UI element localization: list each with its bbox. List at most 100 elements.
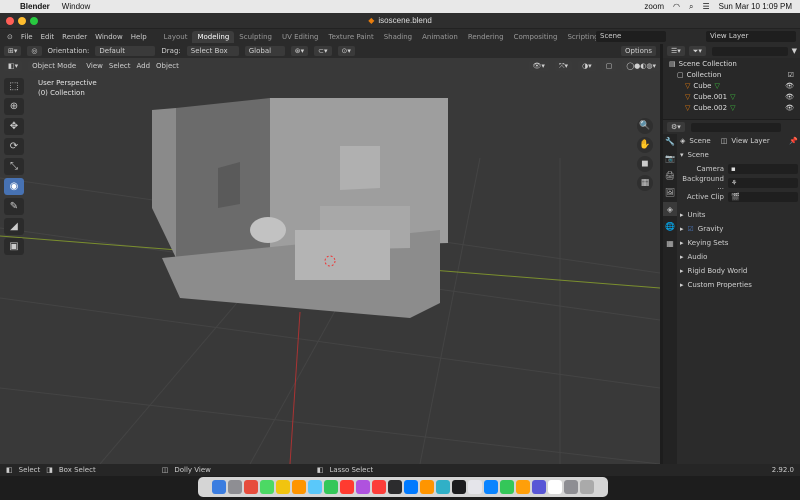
view-menu[interactable]: View <box>86 62 103 70</box>
outliner-row-cube-002[interactable]: ▽ Cube.002 ▽ 👁 <box>663 102 800 113</box>
object-menu[interactable]: Object <box>156 62 179 70</box>
gravity-checkbox[interactable]: ☑ <box>688 225 694 233</box>
view-layer-tab-icon[interactable]: 🖼 <box>663 185 677 199</box>
panel-custom-properties[interactable]: ▸ Custom Properties <box>680 278 798 292</box>
dock-app-icon[interactable] <box>324 480 338 494</box>
dock-app-icon[interactable] <box>484 480 498 494</box>
add-cube-tool-icon[interactable]: ▣ <box>4 238 24 255</box>
outliner-filter-icon[interactable]: ⏷▾ <box>688 46 706 56</box>
dock-app-icon[interactable] <box>532 480 546 494</box>
options-dropdown[interactable]: Options <box>620 46 656 56</box>
dock-app-icon[interactable] <box>420 480 434 494</box>
proportional-edit-icon[interactable]: ⊙▾ <box>337 46 355 56</box>
output-tab-icon[interactable]: 🖨 <box>663 168 677 182</box>
xray-toggle-icon[interactable]: ▢ <box>601 60 617 71</box>
shading-mode-icon[interactable]: ◯●◐◍▾ <box>622 60 660 71</box>
3d-viewport[interactable]: User Perspective (0) Collection ⬚ ⊕ ✥ ⟳ … <box>0 58 660 464</box>
visibility-eye-icon[interactable]: 👁 <box>785 93 794 101</box>
dock-app-icon[interactable] <box>548 480 562 494</box>
dock-app-icon[interactable] <box>468 480 482 494</box>
zoom-gizmo-icon[interactable]: 🔍 <box>637 118 653 134</box>
view-layer-selector[interactable]: View Layer <box>706 31 796 42</box>
dock-app-icon[interactable] <box>244 480 258 494</box>
visibility-eye-icon[interactable]: ☑ <box>788 71 794 79</box>
editor-type-3d-icon[interactable]: ◧▾ <box>4 60 23 71</box>
tab-shading[interactable]: Shading <box>379 31 417 43</box>
scene-selector[interactable]: Scene <box>596 31 666 42</box>
dock-app-icon[interactable] <box>452 480 466 494</box>
panel-scene-header[interactable]: ▾ Scene <box>680 148 798 162</box>
outliner-search-input[interactable] <box>711 46 788 56</box>
orientation-dropdown[interactable]: Default <box>95 46 156 56</box>
dock-app-icon[interactable] <box>564 480 578 494</box>
camera-field[interactable]: ▪ <box>728 164 798 174</box>
app-menu[interactable]: Blender <box>20 2 50 11</box>
scale-tool-icon[interactable]: ⤡ <box>4 158 24 175</box>
wifi-icon[interactable]: ◠ <box>673 2 680 11</box>
snap-icon[interactable]: ⊂▾ <box>314 46 332 56</box>
dock-app-icon[interactable] <box>500 480 514 494</box>
menu-file[interactable]: File <box>17 33 37 41</box>
dock-app-icon[interactable] <box>436 480 450 494</box>
mode-dropdown[interactable]: Object Mode <box>28 60 81 71</box>
tab-uv-editing[interactable]: UV Editing <box>277 31 324 43</box>
visibility-icon[interactable]: 👁▾ <box>528 60 549 71</box>
outliner-row-scene-collection[interactable]: ▤ Scene Collection <box>663 58 800 69</box>
panel-units[interactable]: ▸ Units <box>680 208 798 222</box>
texture-tab-icon[interactable]: ▦ <box>663 236 677 250</box>
menu-render[interactable]: Render <box>58 33 91 41</box>
minimize-button[interactable] <box>18 17 26 25</box>
menu-help[interactable]: Help <box>127 33 151 41</box>
dock-app-icon[interactable] <box>276 480 290 494</box>
visibility-eye-icon[interactable]: 👁 <box>785 104 794 112</box>
transform-orientation-dropdown[interactable]: Global <box>244 46 285 56</box>
outliner-editor-icon[interactable]: ☰▾ <box>667 46 685 56</box>
dock-app-icon[interactable] <box>260 480 274 494</box>
gizmo-toggle-icon[interactable]: ⤧▾ <box>554 60 573 71</box>
drag-dropdown[interactable]: Select Box <box>186 46 239 56</box>
panel-gravity[interactable]: ▸ ☑ Gravity <box>680 222 798 236</box>
measure-tool-icon[interactable]: ◢ <box>4 218 24 235</box>
tab-animation[interactable]: Animation <box>417 31 463 43</box>
dock-app-icon[interactable] <box>580 480 594 494</box>
search-icon[interactable]: ⌕ <box>689 2 693 12</box>
dock-app-icon[interactable] <box>516 480 530 494</box>
dock-app-icon[interactable] <box>340 480 354 494</box>
tab-layout[interactable]: Layout <box>159 31 193 43</box>
close-button[interactable] <box>6 17 14 25</box>
editor-type-dropdown[interactable]: ⊞▾ <box>4 46 22 56</box>
dock-app-icon[interactable] <box>212 480 226 494</box>
panel-keying-sets[interactable]: ▸ Keying Sets <box>680 236 798 250</box>
overlay-toggle-icon[interactable]: ◑▾ <box>578 60 596 71</box>
active-clip-field[interactable]: 🎬 <box>728 192 798 202</box>
select-box-tool-icon[interactable]: ⬚ <box>4 78 24 95</box>
panel-audio[interactable]: ▸ Audio <box>680 250 798 264</box>
select-menu[interactable]: Select <box>109 62 131 70</box>
tab-compositing[interactable]: Compositing <box>509 31 563 43</box>
control-center-icon[interactable]: ☰ <box>702 2 709 11</box>
pan-gizmo-icon[interactable]: ✋ <box>637 137 653 153</box>
transform-tool-icon[interactable]: ◉ <box>4 178 24 195</box>
dock-app-icon[interactable] <box>372 480 386 494</box>
dock-app-icon[interactable] <box>388 480 402 494</box>
menu-window[interactable]: Window <box>91 33 127 41</box>
menu-edit[interactable]: Edit <box>37 33 59 41</box>
zoom-status[interactable]: zoom <box>644 2 664 11</box>
blender-logo-icon[interactable]: ⊙ <box>3 33 17 41</box>
properties-editor-icon[interactable]: ⚙▾ <box>667 122 685 132</box>
dock-app-icon[interactable] <box>308 480 322 494</box>
pivot-icon[interactable]: ⊛▾ <box>290 46 309 56</box>
tool-tab-icon[interactable]: 🔧 <box>663 134 677 148</box>
tab-modeling[interactable]: Modeling <box>192 30 235 43</box>
tool-icon[interactable]: ◎ <box>27 46 42 56</box>
tab-sculpting[interactable]: Sculpting <box>234 31 277 43</box>
ortho-toggle-icon[interactable]: ▦ <box>637 175 653 191</box>
outliner-row-cube-001[interactable]: ▽ Cube.001 ▽ 👁 <box>663 91 800 102</box>
maximize-button[interactable] <box>30 17 38 25</box>
camera-view-icon[interactable]: ◼ <box>637 156 653 172</box>
rotate-tool-icon[interactable]: ⟳ <box>4 138 24 155</box>
background-field[interactable]: ⚘ <box>728 178 798 188</box>
tab-rendering[interactable]: Rendering <box>463 31 509 43</box>
tab-texture-paint[interactable]: Texture Paint <box>324 31 379 43</box>
clock[interactable]: Sun Mar 10 1:09 PM <box>719 2 792 11</box>
